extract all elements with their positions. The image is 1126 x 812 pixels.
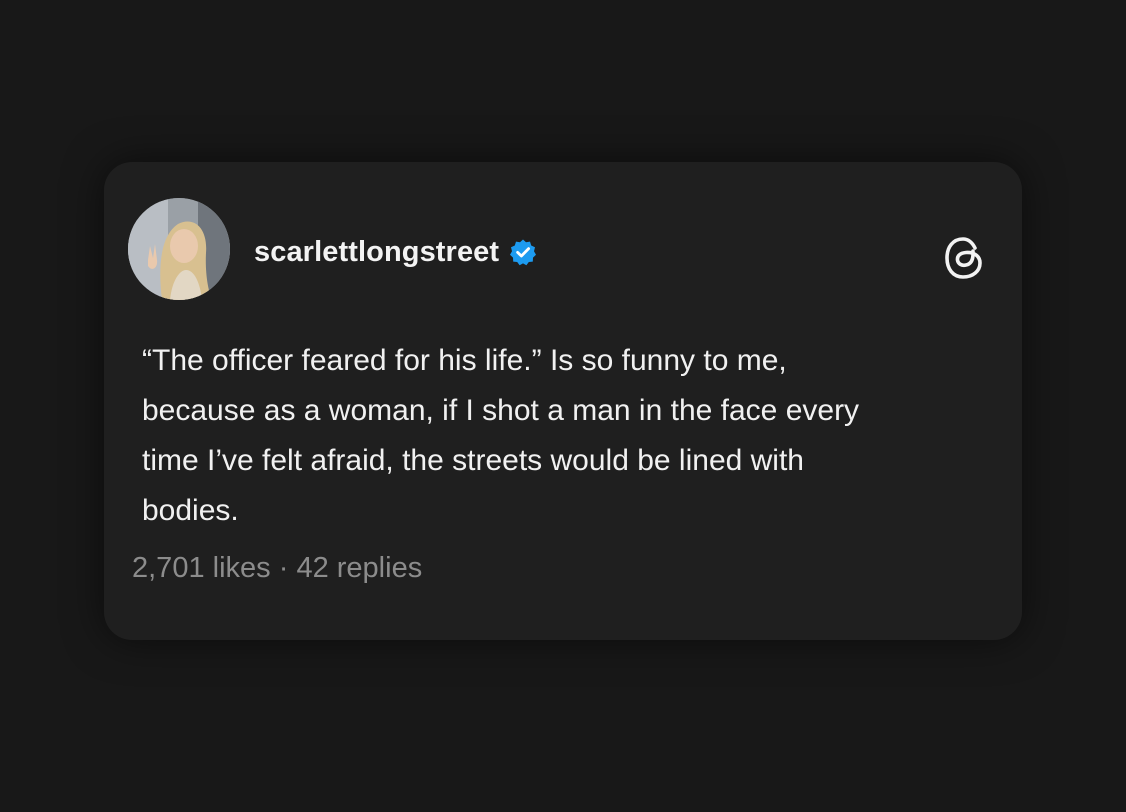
verified-badge-icon <box>509 238 537 266</box>
post-text: “The officer feared for his life.” Is so… <box>142 336 1002 536</box>
post-stats: 2,701 likes · 42 replies <box>132 552 422 585</box>
avatar[interactable] <box>128 198 230 300</box>
post-text-line: bodies. <box>142 494 239 527</box>
post-text-line: time I’ve felt afraid, the streets would… <box>142 444 804 477</box>
post-card: scarlettlongstreet “The officer feared f… <box>104 162 1022 640</box>
likes-count[interactable]: 2,701 likes <box>132 552 271 584</box>
post-text-line: because as a woman, if I shot a man in t… <box>142 394 860 427</box>
avatar-image <box>128 198 230 300</box>
username-row: scarlettlongstreet <box>254 232 537 272</box>
threads-logo-icon[interactable] <box>942 234 986 282</box>
username[interactable]: scarlettlongstreet <box>254 236 499 269</box>
post-text-line: “The officer feared for his life.” Is so… <box>142 344 787 377</box>
replies-count[interactable]: 42 replies <box>296 552 422 584</box>
stats-separator: · <box>278 552 289 584</box>
